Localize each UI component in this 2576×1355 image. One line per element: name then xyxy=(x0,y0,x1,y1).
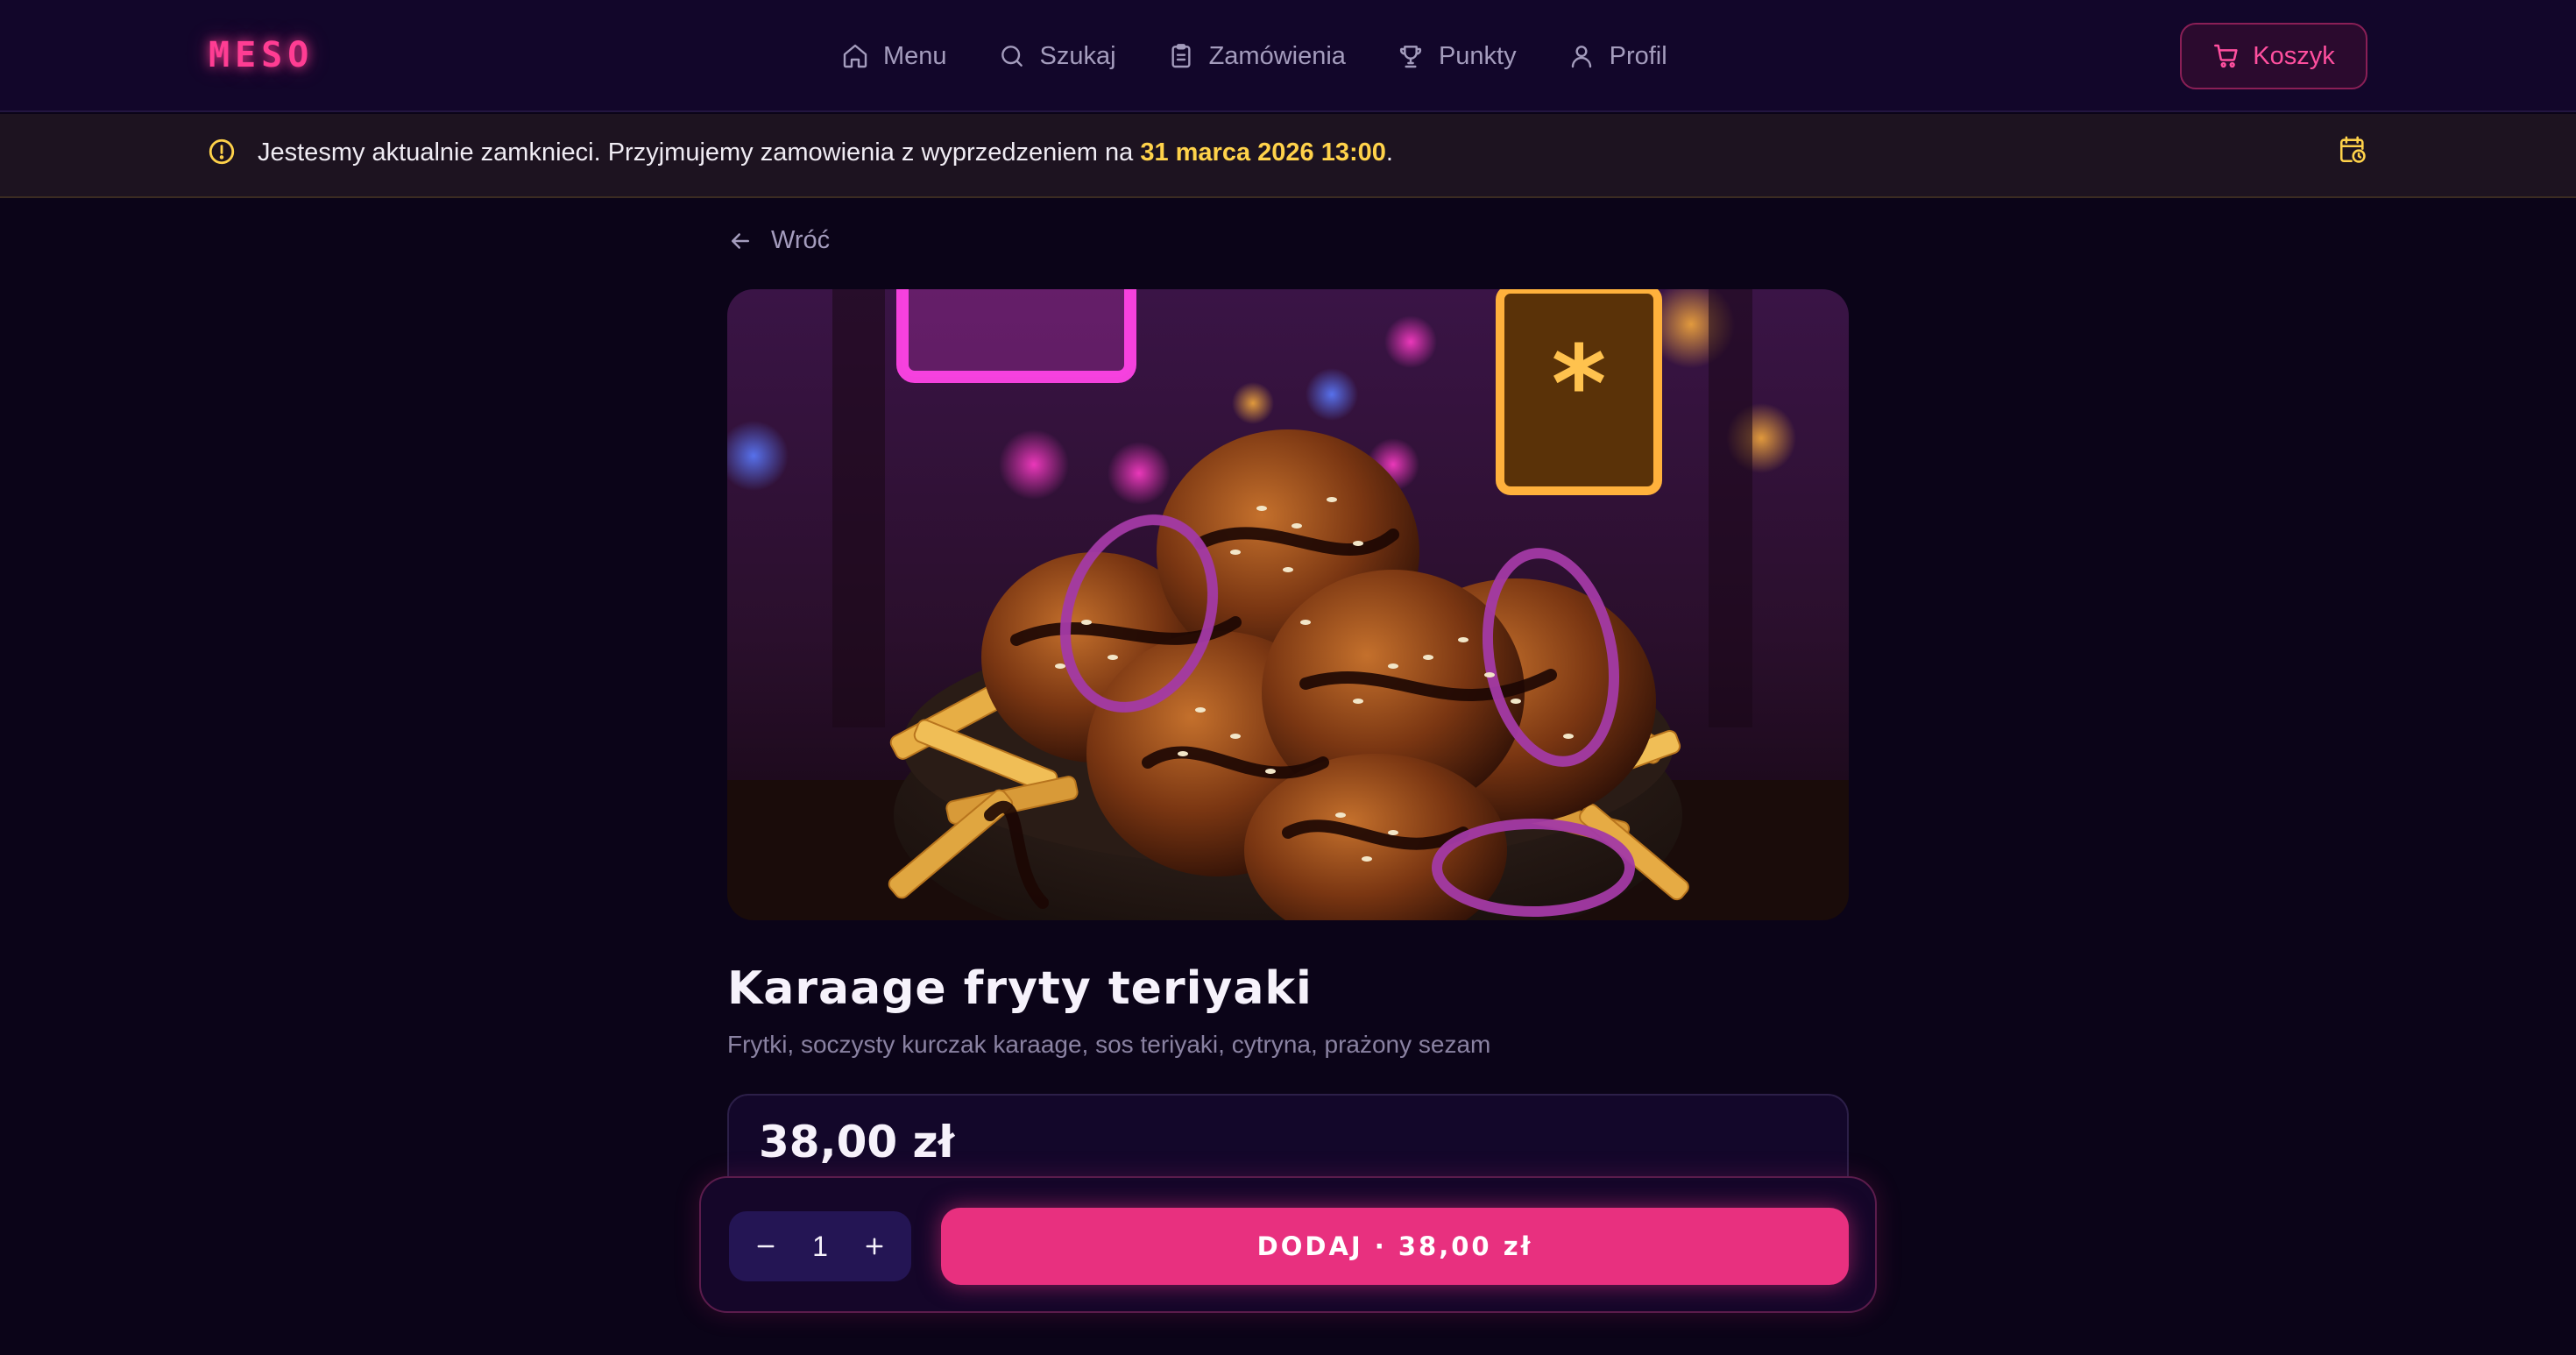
svg-text:*: * xyxy=(1552,324,1607,446)
home-icon xyxy=(843,44,867,68)
quantity-stepper: 1 xyxy=(729,1211,911,1281)
nav-label: Szukaj xyxy=(1039,41,1116,70)
food-illustration: * xyxy=(727,289,1849,920)
main-nav: Menu Szukaj Zamówienia Punkty Profil xyxy=(841,35,1718,77)
increase-quantity-button[interactable] xyxy=(857,1229,892,1264)
product-image: * xyxy=(727,289,1849,920)
product-title: Karaage fryty teriyaki xyxy=(727,962,1313,1015)
decrease-quantity-button[interactable] xyxy=(748,1229,783,1264)
arrow-left-icon xyxy=(732,232,749,249)
cart-button[interactable]: Koszyk xyxy=(2180,23,2367,89)
banner-date: 31 marca 2026 13:00 xyxy=(1140,138,1386,167)
nav-item-search[interactable]: Szukaj xyxy=(998,42,1116,71)
cart-label: Koszyk xyxy=(2253,41,2335,70)
product-price: 38,00 zł xyxy=(759,1117,955,1167)
add-to-cart-button[interactable]: DODAJ · 38,00 zł xyxy=(941,1208,1849,1285)
alert-circle-icon xyxy=(209,138,235,165)
nav-label: Punkty xyxy=(1438,41,1517,70)
closed-notice-banner: Jestesmy aktualnie zamknieci. Przyjmujem… xyxy=(0,114,2576,198)
cart-icon xyxy=(2214,44,2238,68)
calendar-clock-icon[interactable] xyxy=(2338,135,2367,165)
banner-suffix: . xyxy=(1385,138,1393,167)
plus-icon xyxy=(866,1238,883,1255)
nav-item-orders[interactable]: Zamówienia xyxy=(1167,42,1346,71)
user-icon xyxy=(1571,46,1591,68)
nav-item-points[interactable]: Punkty xyxy=(1397,42,1517,71)
top-navbar: MESO Menu Szukaj Zamówienia Punkty Profi… xyxy=(0,0,2576,112)
nav-item-profile[interactable]: Profil xyxy=(1568,42,1667,71)
back-link[interactable]: Wróć xyxy=(727,226,830,255)
logo[interactable]: MESO xyxy=(209,35,314,75)
trophy-icon xyxy=(1399,46,1422,68)
nav-label: Profil xyxy=(1609,41,1667,70)
nav-item-menu[interactable]: Menu xyxy=(841,42,947,71)
minus-icon xyxy=(757,1245,775,1248)
nav-label: Zamówienia xyxy=(1208,41,1346,70)
back-label: Wróć xyxy=(771,226,831,254)
banner-text: Jestesmy aktualnie zamknieci. Przyjmujem… xyxy=(258,138,1134,167)
banner-message: Jestesmy aktualnie zamknieci. Przyjmujem… xyxy=(258,138,1393,167)
clipboard-icon xyxy=(1171,44,1191,68)
nav-label: Menu xyxy=(883,41,947,70)
add-to-cart-bar: 1 DODAJ · 38,00 zł xyxy=(699,1176,1877,1313)
search-icon xyxy=(1001,46,1023,67)
quantity-value: 1 xyxy=(812,1230,828,1262)
product-description: Frytki, soczysty kurczak karaage, sos te… xyxy=(727,1031,1491,1058)
